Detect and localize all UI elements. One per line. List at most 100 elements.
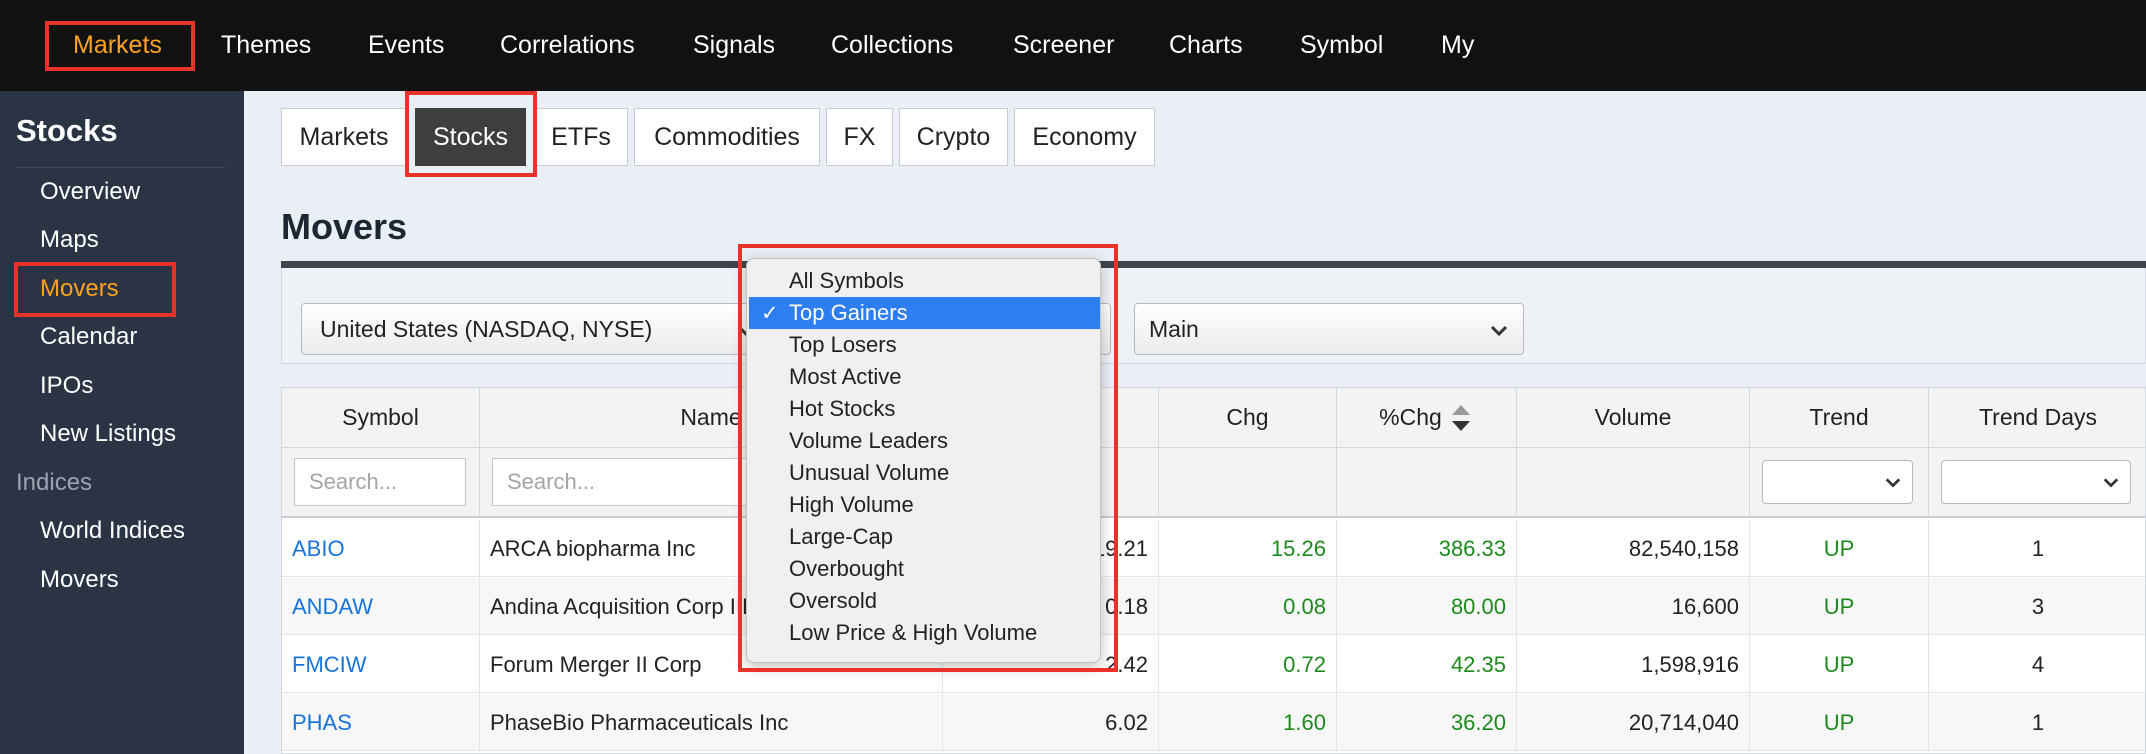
- chevron-down-icon: [1490, 325, 1508, 337]
- chg-cell: 15.26: [1159, 520, 1337, 577]
- tab-crypto[interactable]: Crypto: [899, 108, 1008, 166]
- dropdown-option-most-active[interactable]: Most Active: [749, 361, 1100, 393]
- volume-cell: 16,600: [1517, 578, 1750, 635]
- sidebar-divider: [16, 167, 226, 168]
- filter-cell-trend: [1750, 448, 1929, 518]
- chevron-down-icon: [1885, 478, 1901, 488]
- dropdown-option-hot-stocks[interactable]: Hot Stocks: [749, 393, 1100, 425]
- tab-stocks[interactable]: Stocks: [415, 108, 526, 166]
- symbol-link[interactable]: FMCIW: [292, 652, 367, 678]
- sidebar-item-calendar[interactable]: Calendar: [40, 323, 137, 351]
- symbol-link[interactable]: ABIO: [292, 536, 345, 562]
- column-header-trend-days[interactable]: Trend Days: [1929, 388, 2145, 448]
- trend-days-cell: 4: [2031, 651, 2045, 677]
- volume-cell: 1,598,916: [1517, 636, 1750, 693]
- region-select-value: United States (NASDAQ, NYSE): [320, 315, 653, 342]
- table-row[interactable]: FMCIW Forum Merger II Corp 2.42 0.72 42.…: [282, 636, 2145, 693]
- filter-cell-pct-chg: [1337, 448, 1517, 518]
- column-header-volume[interactable]: Volume: [1517, 388, 1750, 448]
- trend-days-cell: 1: [2031, 709, 2045, 735]
- symbol-search-input[interactable]: [294, 458, 466, 506]
- nav-events[interactable]: Events: [368, 0, 444, 91]
- dropdown-option-label: Top Gainers: [789, 300, 908, 325]
- dropdown-option-large-cap[interactable]: Large-Cap: [749, 521, 1100, 553]
- tab-etfs[interactable]: ETFs: [534, 108, 628, 166]
- trend-days-filter-select[interactable]: [1941, 460, 2131, 504]
- table-row[interactable]: ABIO ARCA biopharma Inc 19.21 15.26 386.…: [282, 520, 2145, 577]
- dropdown-option-unusual-volume[interactable]: Unusual Volume: [749, 457, 1100, 489]
- dropdown-option-volume-leaders[interactable]: Volume Leaders: [749, 425, 1100, 457]
- chg-cell: 1.60: [1159, 694, 1337, 751]
- category-select-value: Main: [1149, 315, 1199, 342]
- volume-cell: 82,540,158: [1517, 520, 1750, 577]
- name-cell: PhaseBio Pharmaceuticals Inc: [480, 694, 943, 751]
- category-select[interactable]: Main: [1134, 303, 1524, 355]
- dropdown-option-oversold[interactable]: Oversold: [749, 585, 1100, 617]
- column-header-pct-chg[interactable]: %Chg: [1337, 388, 1517, 448]
- chg-cell: 0.72: [1159, 636, 1337, 693]
- nav-screener[interactable]: Screener: [1013, 0, 1114, 91]
- chevron-down-icon: [2103, 478, 2119, 488]
- movers-type-dropdown-menu: All Symbols ✓ Top Gainers Top Losers Mos…: [746, 258, 1101, 663]
- nav-symbol[interactable]: Symbol: [1300, 0, 1383, 91]
- title-divider: [281, 261, 2146, 268]
- trend-cell: UP: [1750, 694, 1929, 751]
- nav-my[interactable]: My: [1441, 0, 1474, 91]
- nav-correlations[interactable]: Correlations: [500, 0, 635, 91]
- top-navigation: Markets Themes Events Correlations Signa…: [0, 0, 2146, 91]
- region-select[interactable]: United States (NASDAQ, NYSE): [301, 303, 771, 355]
- sidebar-item-maps[interactable]: Maps: [40, 226, 99, 254]
- pct-chg-cell: 80.00: [1337, 578, 1517, 635]
- filter-cell-chg: [1159, 448, 1337, 518]
- column-header-pct-chg-label: %Chg: [1379, 404, 1442, 430]
- pct-chg-cell: 36.20: [1337, 694, 1517, 751]
- trend-days-cell: 3: [2031, 593, 2045, 619]
- tab-markets[interactable]: Markets: [281, 108, 407, 166]
- page-title: Movers: [281, 206, 408, 247]
- nav-charts[interactable]: Charts: [1169, 0, 1243, 91]
- dropdown-option-high-volume[interactable]: High Volume: [749, 489, 1100, 521]
- filter-cell-symbol: [282, 448, 480, 518]
- symbol-link[interactable]: PHAS: [292, 710, 352, 736]
- tab-fx[interactable]: FX: [826, 108, 893, 166]
- dropdown-option-top-gainers[interactable]: ✓ Top Gainers: [749, 297, 1100, 329]
- volume-cell: 20,714,040: [1517, 694, 1750, 751]
- nav-signals[interactable]: Signals: [693, 0, 775, 91]
- nav-themes[interactable]: Themes: [221, 0, 311, 91]
- nav-collections[interactable]: Collections: [831, 0, 953, 91]
- chg-cell: 0.08: [1159, 578, 1337, 635]
- trend-cell: UP: [1750, 636, 1929, 693]
- symbol-link[interactable]: ANDAW: [292, 594, 373, 620]
- dropdown-option-low-price-high-volume[interactable]: Low Price & High Volume: [749, 617, 1100, 649]
- sidebar: Stocks Overview Maps Movers Calendar IPO…: [0, 91, 244, 754]
- dropdown-option-all-symbols[interactable]: All Symbols: [749, 265, 1100, 297]
- sidebar-item-movers[interactable]: Movers: [40, 275, 119, 303]
- pct-chg-cell: 386.33: [1337, 520, 1517, 577]
- sidebar-item-world-indices[interactable]: World Indices: [40, 517, 185, 545]
- price-cell: 6.02: [943, 694, 1159, 751]
- column-header-symbol[interactable]: Symbol: [282, 388, 480, 448]
- movers-table: Symbol Name Price Chg %Chg Volume Trend …: [281, 387, 2146, 754]
- dropdown-option-top-losers[interactable]: Top Losers: [749, 329, 1100, 361]
- sidebar-section-indices: Indices: [16, 469, 93, 496]
- filter-cell-volume: [1517, 448, 1750, 518]
- tab-commodities[interactable]: Commodities: [634, 108, 820, 166]
- dropdown-option-overbought[interactable]: Overbought: [749, 553, 1100, 585]
- trend-days-cell: 1: [2031, 535, 2045, 561]
- main-content: Markets Stocks ETFs Commodities FX Crypt…: [244, 91, 2146, 754]
- trend-filter-select[interactable]: [1762, 460, 1913, 504]
- table-row[interactable]: PHAS PhaseBio Pharmaceuticals Inc 6.02 1…: [282, 694, 2145, 751]
- table-row[interactable]: ANDAW Andina Acquisition Corp III 0.18 0…: [282, 578, 2145, 635]
- sidebar-title: Stocks: [16, 113, 118, 148]
- trend-cell: UP: [1750, 520, 1929, 577]
- sort-icon: [1451, 404, 1470, 431]
- column-header-chg[interactable]: Chg: [1159, 388, 1337, 448]
- trend-cell: UP: [1750, 578, 1929, 635]
- nav-markets[interactable]: Markets: [73, 0, 162, 91]
- sidebar-item-ipos[interactable]: IPOs: [40, 372, 93, 400]
- column-header-trend[interactable]: Trend: [1750, 388, 1929, 448]
- sidebar-item-overview[interactable]: Overview: [40, 178, 140, 206]
- sidebar-item-new-listings[interactable]: New Listings: [40, 420, 176, 448]
- sidebar-item-indices-movers[interactable]: Movers: [40, 566, 119, 594]
- tab-economy[interactable]: Economy: [1014, 108, 1155, 166]
